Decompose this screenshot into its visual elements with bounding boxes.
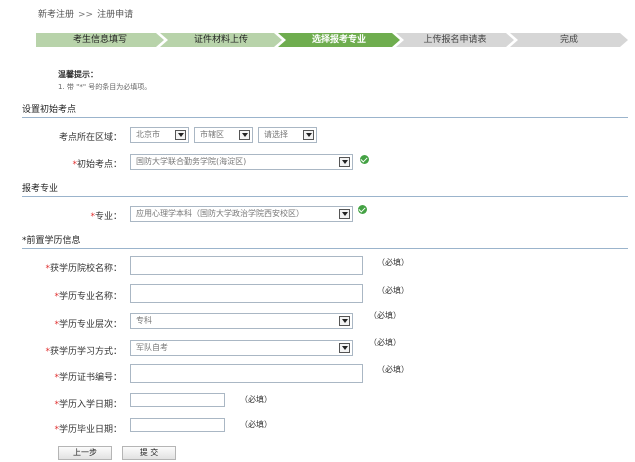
grad-date-label-text: 学历毕业日期： <box>58 425 122 435</box>
cert-label: *学历证书编号： <box>54 370 122 383</box>
start-date-label-text: 学历入学日期： <box>58 400 122 410</box>
chevron-down-icon <box>339 209 350 219</box>
step-5: 完成 <box>510 33 628 47</box>
cert-label-text: 学历证书编号： <box>58 373 122 383</box>
check-icon <box>358 205 367 214</box>
mode-select-value: 军队自考 <box>136 343 168 352</box>
breadcrumb: 新考注册 >> 注册申请 <box>38 7 133 20</box>
mode-label-text: 获学历学习方式： <box>49 347 122 357</box>
grad-date-required-hint: （必填） <box>240 420 272 429</box>
chevron-down-icon <box>339 343 350 353</box>
grad-date-input[interactable] <box>130 418 225 432</box>
city-select[interactable]: 北京市 <box>130 127 189 143</box>
section-major: 报考专业 <box>22 181 628 197</box>
check-icon <box>360 155 369 164</box>
region-label: 考点所在区域： <box>58 133 122 143</box>
chevron-down-icon <box>175 130 186 140</box>
section-prior-edu: *前置学历信息 <box>22 233 628 249</box>
city-select-value: 北京市 <box>136 130 160 139</box>
area-select-value: 请选择 <box>264 130 288 139</box>
section-initial-site: 设置初始考点 <box>22 102 628 118</box>
start-date-input[interactable] <box>130 393 225 407</box>
school-input[interactable] <box>130 256 363 275</box>
level-select[interactable]: 专科 <box>130 313 353 329</box>
level-label: *学历专业层次： <box>54 317 122 330</box>
major-name-label-text: 学历专业名称： <box>58 292 122 302</box>
major-name-label: *学历专业名称： <box>54 289 122 302</box>
cert-input[interactable] <box>130 364 363 383</box>
level-select-value: 专科 <box>136 316 152 325</box>
school-label-text: 获学历院校名称： <box>49 264 122 274</box>
step-2: 证件材料上传 <box>160 33 282 47</box>
step-progress: 考生信息填写 证件材料上传 选择报考专业 上传报名申请表 完成 <box>36 33 628 47</box>
area-select[interactable]: 请选择 <box>258 127 317 143</box>
start-date-label: *学历入学日期： <box>54 397 122 410</box>
school-label: *获学历院校名称： <box>45 261 122 274</box>
mode-required-hint: （必填） <box>369 338 401 347</box>
start-date-required-hint: （必填） <box>240 395 272 404</box>
submit-button[interactable]: 提 交 <box>122 446 176 460</box>
tips-body: 1. 带 "*" 号的条目为必填项。 <box>58 83 152 91</box>
tips-title: 温馨提示： <box>58 70 98 79</box>
level-label-text: 学历专业层次： <box>58 320 122 330</box>
breadcrumb-root[interactable]: 新考注册 <box>38 10 74 20</box>
mode-select[interactable]: 军队自考 <box>130 340 353 356</box>
site-label-text: 初始考点： <box>76 160 122 170</box>
cert-required-hint: （必填） <box>377 365 409 374</box>
breadcrumb-current: 注册申请 <box>97 10 134 20</box>
site-label: *初始考点： <box>72 157 122 170</box>
step-4: 上传报名申请表 <box>396 33 514 47</box>
major-label: *专业： <box>90 209 122 222</box>
breadcrumb-separator: >> <box>78 10 94 20</box>
prev-step-button[interactable]: 上一步 <box>58 446 112 460</box>
school-required-hint: （必填） <box>377 258 409 267</box>
major-name-input[interactable] <box>130 284 363 303</box>
district-select[interactable]: 市辖区 <box>194 127 253 143</box>
site-select[interactable]: 国防大学联合勤务学院(海淀区) <box>130 154 353 170</box>
step-1: 考生信息填写 <box>36 33 164 47</box>
chevron-down-icon <box>303 130 314 140</box>
step-3: 选择报考专业 <box>278 33 400 47</box>
chevron-down-icon <box>339 316 350 326</box>
grad-date-label: *学历毕业日期： <box>54 422 122 435</box>
major-select-value: 应用心理学本科（国防大学政治学院西安校区） <box>136 209 304 218</box>
district-select-value: 市辖区 <box>200 130 224 139</box>
site-select-value: 国防大学联合勤务学院(海淀区) <box>136 157 247 166</box>
major-name-required-hint: （必填） <box>377 286 409 295</box>
major-label-text: 专业： <box>94 212 122 222</box>
chevron-down-icon <box>339 157 350 167</box>
major-select[interactable]: 应用心理学本科（国防大学政治学院西安校区） <box>130 206 353 222</box>
level-required-hint: （必填） <box>369 311 401 320</box>
mode-label: *获学历学习方式： <box>45 344 122 357</box>
chevron-down-icon <box>239 130 250 140</box>
